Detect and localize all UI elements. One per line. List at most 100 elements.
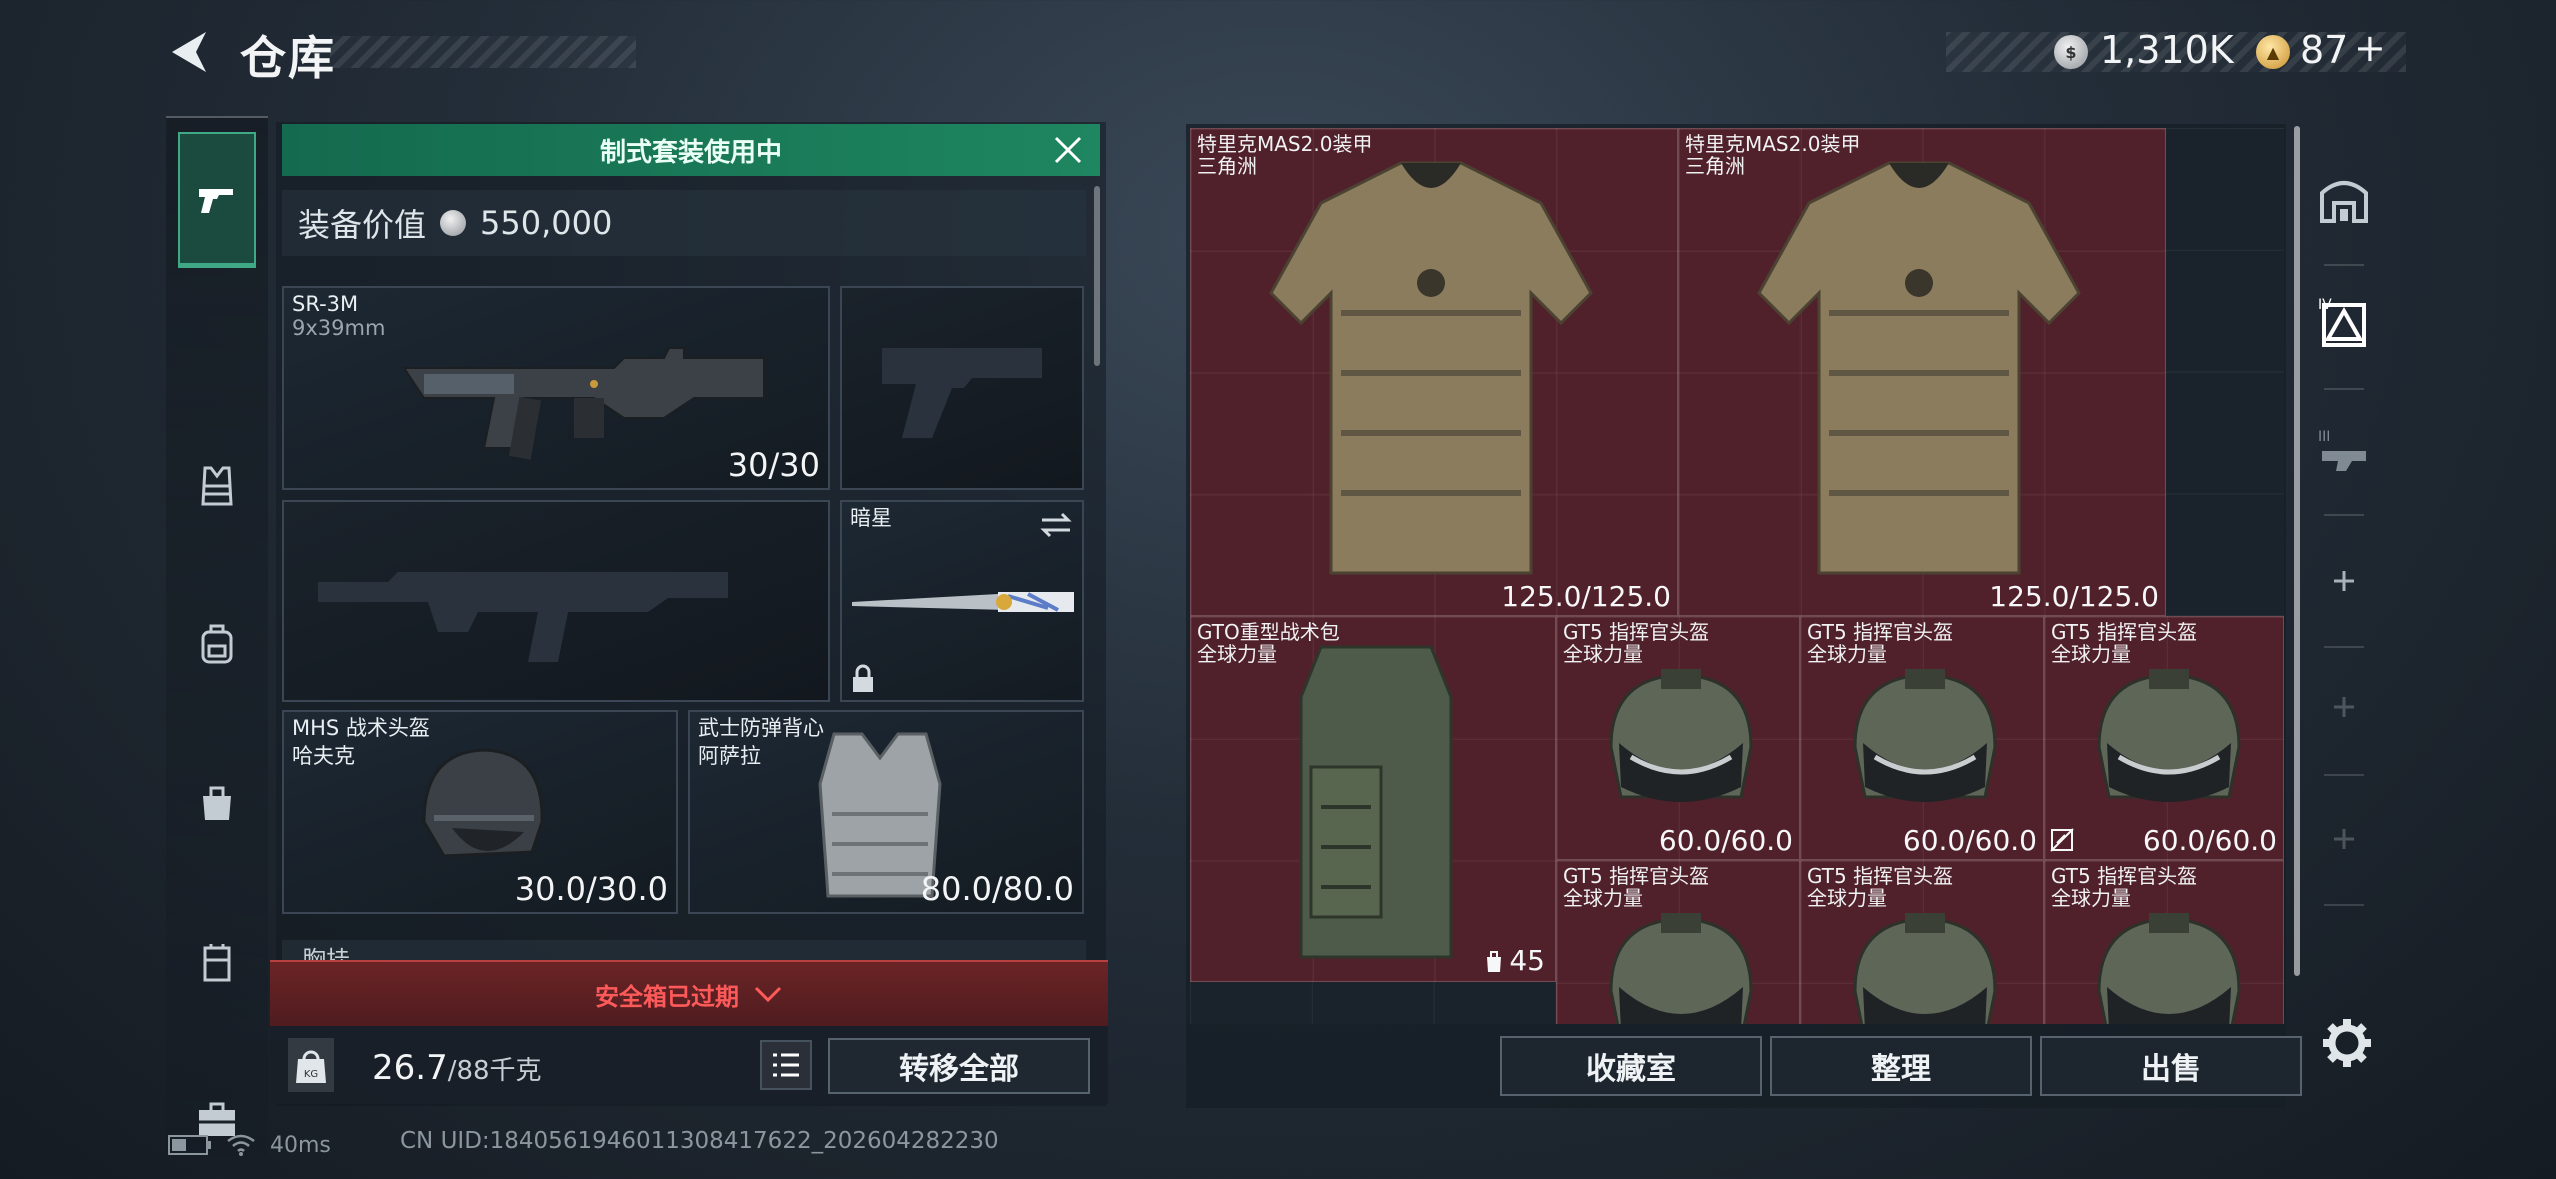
sidebar-item-backpack[interactable] [178,576,256,712]
wifi-icon [227,1134,255,1156]
carry-weight-current: 26.7 [372,1048,448,1088]
lock-icon [853,664,873,692]
backpack-icon [201,624,233,664]
safe-box-expired-bar[interactable]: 安全箱已过期 [270,960,1108,1026]
backpack-icon [1487,950,1502,972]
tactical-helmet-image [422,748,544,858]
warehouse-icon [2320,181,2368,223]
body-armor-slot[interactable]: 武士防弹背心 阿萨拉 80.0/80.0 [688,710,1084,914]
pistol-slot-empty[interactable] [840,286,1084,490]
silver-coin-icon: $ [2054,35,2088,69]
storage-item-helmet[interactable]: GT5 指挥官头盔 全球力量 60.0/60.0 [2044,616,2284,860]
kg-label: KG [304,1069,318,1080]
plus-icon [2334,697,2354,717]
preset-loadout-banner: 制式套装使用中 [282,124,1100,176]
storage-item-armor[interactable]: 特里克MAS2.0装甲 三角洲 125.0/125.0 [1678,128,2166,616]
armor-durability: 80.0/80.0 [920,870,1074,908]
storage-item-helmet[interactable]: GT5 指挥官头盔 全球力量 [1556,860,1800,1024]
no-repair-icon [2050,828,2074,852]
bag-icon [203,786,231,820]
tab-tier-3[interactable]: III [2314,414,2374,484]
container-icon [203,944,231,982]
transfer-all-button[interactable]: 转移全部 [828,1038,1090,1094]
sidebar-item-container[interactable] [178,894,256,1030]
status-bar: 40ms [168,1128,331,1162]
banner-text: 制式套装使用中 [599,137,782,168]
sr3m-rifle-image [402,347,765,460]
item-durability: 60.0/60.0 [1902,824,2037,857]
page-title: 仓库 [240,31,336,85]
storage-item-helmet[interactable]: GT5 指挥官头盔 全球力量 [2044,860,2284,1024]
carry-weight-max: /88千克 [447,1056,542,1086]
storage-item-armor[interactable]: 特里克MAS2.0装甲 三角洲 125.0/125.0 [1190,128,1678,616]
item-name: GT5 指挥官头盔 [1563,864,1710,888]
silver-currency-value: 1,310K [2100,28,2234,72]
gold-currency-value: 87 [2300,28,2349,72]
plate-carrier-image [1269,161,1593,575]
add-storage-tab-button[interactable] [2314,804,2374,874]
primary-weapon-slot[interactable]: SR-3M 9x39mm 30/30 [282,286,830,490]
equipment-value-label: 装备价值 [298,206,427,244]
tab-tier-4[interactable]: IV [2314,288,2374,358]
item-durability: 125.0/125.0 [1501,580,1671,613]
kettlebell-icon: KG [296,1050,326,1083]
back-button[interactable] [166,28,210,76]
list-view-button[interactable] [760,1040,812,1090]
item-durability: 60.0/60.0 [1658,824,1793,857]
item-name: GT5 指挥官头盔 [2051,864,2198,888]
armor-name: 武士防弹背心 [698,716,824,740]
collection-room-button[interactable]: 收藏室 [1500,1036,1762,1096]
equipment-value: 550,000 [480,204,613,242]
safe-box-status: 安全箱已过期 [595,982,739,1011]
tier-3-label: III [2318,429,2330,445]
close-icon[interactable] [1050,132,1086,168]
commander-helmet-image [1853,669,1997,802]
sidebar-item-bag[interactable] [178,734,256,870]
weight-icon: KG [288,1038,334,1092]
item-map: 全球力量 [1197,642,1277,666]
storage-scrollbar[interactable] [2294,126,2300,976]
rifle-placeholder-icon [318,572,728,662]
commander-helmet-image [2097,669,2241,802]
tactical-backpack-image [1299,645,1453,959]
add-storage-tab-button[interactable] [2314,672,2374,742]
item-name: GT5 指挥官头盔 [1563,620,1710,644]
sort-button[interactable]: 整理 [1770,1036,2032,1096]
add-currency-button[interactable]: + [2354,26,2386,70]
sidebar-item-weapons[interactable] [178,132,256,268]
plus-icon [2334,829,2354,849]
storage-item-helmet[interactable]: GT5 指挥官头盔 全球力量 60.0/60.0 [1556,616,1800,860]
sell-button[interactable]: 出售 [2040,1036,2302,1096]
chevron-down-icon [754,986,782,1003]
item-name: GT5 指挥官头盔 [2051,620,2198,644]
user-uid: CN UID:1840561946011308417622_2026042822… [400,1128,999,1154]
melee-slot[interactable]: 暗星 [840,500,1084,702]
weapon-ammo-count: 30/30 [727,446,820,484]
tab-storage-all[interactable] [2314,164,2374,234]
gold-coin-icon: ▲ [2256,35,2290,69]
gear-icon[interactable] [2320,1016,2374,1070]
swap-icon[interactable] [1038,510,1074,540]
storage-grid[interactable]: 特里克MAS2.0装甲 三角洲 125.0/125.0 特里克MAS2.0装甲 … [1190,128,2284,1024]
silver-coin-icon [440,210,467,236]
item-name: GT5 指挥官头盔 [1807,620,1954,644]
battery-icon [168,1135,211,1155]
add-storage-tab-button[interactable] [2314,546,2374,616]
ping-value: 40ms [270,1132,331,1158]
title-decoration [330,36,636,68]
sidebar-item-armor[interactable] [178,418,256,554]
secondary-weapon-slot-empty[interactable] [282,500,830,702]
knife-image [852,592,1074,612]
storage-item-helmet[interactable]: GT5 指挥官头盔 全球力量 [1800,860,2044,1024]
helmet-slot[interactable]: MHS 战术头盔 哈夫克 30.0/30.0 [282,710,678,914]
commander-helmet-image [2097,913,2241,1024]
storage-item-backpack[interactable]: GTO重型战术包 全球力量 45 [1190,616,1556,982]
storage-item-helmet[interactable]: GT5 指挥官头盔 全球力量 60.0/60.0 [1800,616,2044,860]
plus-icon [2334,571,2354,591]
list-icon [773,1053,799,1077]
loadout-scrollbar[interactable] [1094,186,1100,366]
pistol-placeholder-icon [882,348,1042,438]
melee-name: 暗星 [850,506,892,530]
category-sidebar [166,116,268,1156]
tier-4-label: IV [2318,297,2332,313]
